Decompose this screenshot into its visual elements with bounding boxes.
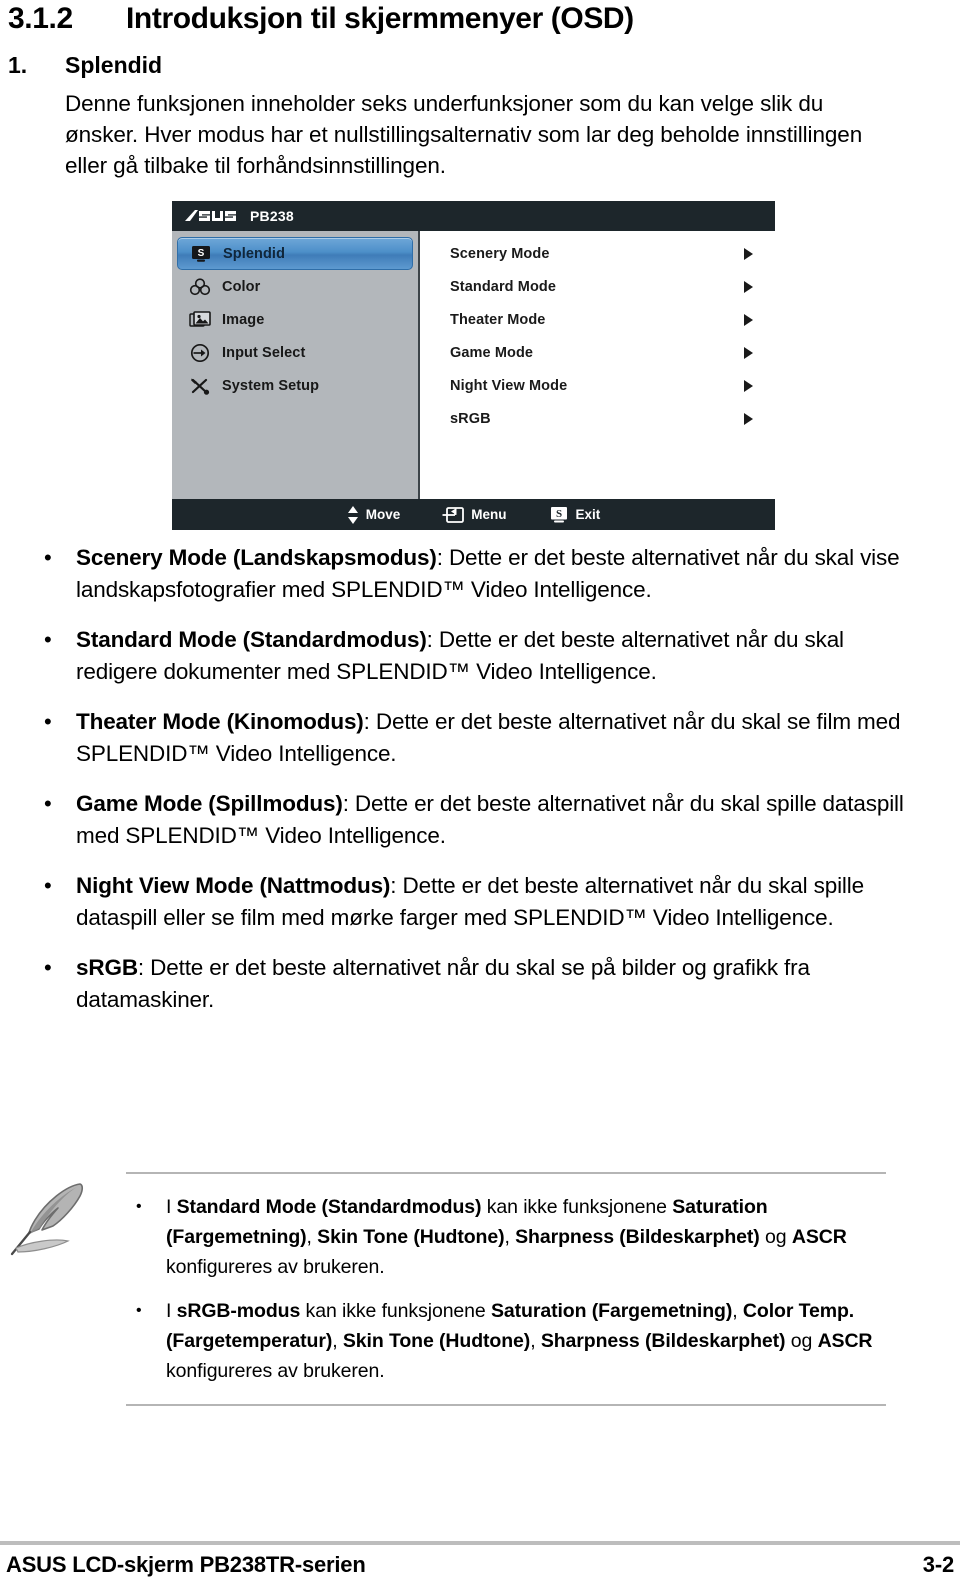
enter-menu-icon — [442, 506, 465, 523]
bullet-marker: • — [44, 873, 52, 898]
list-item: • Night View Mode (Nattmodus): Dette er … — [38, 870, 918, 934]
s-button-icon: S — [550, 506, 567, 522]
list-item: • Game Mode (Spillmodus): Dette er det b… — [38, 788, 918, 852]
note-box: • I Standard Mode (Standardmodus) kan ik… — [126, 1172, 886, 1406]
list-item-term: Game Mode (Spillmodus) — [76, 791, 343, 816]
svg-text:S: S — [555, 508, 561, 520]
osd-option-scenery-mode[interactable]: Scenery Mode — [420, 237, 775, 270]
chevron-right-icon — [744, 313, 753, 326]
numbered-item-heading: 1. Splendid — [8, 52, 162, 79]
osd-option-label: Scenery Mode — [450, 245, 550, 262]
list-item-text: Night View Mode (Nattmodus): Dette er de… — [76, 870, 918, 934]
osd-sidebar-label: Image — [222, 311, 265, 328]
list-item-term: Theater Mode (Kinomodus) — [76, 709, 364, 734]
osd-footer-menu[interactable]: Menu — [442, 506, 507, 524]
chevron-right-icon — [744, 412, 753, 425]
osd-option-srgb[interactable]: sRGB — [420, 402, 775, 435]
note-list-item: • I Standard Mode (Standardmodus) kan ik… — [126, 1192, 886, 1282]
osd-sidebar-item-color[interactable]: Color — [177, 270, 413, 303]
page-footer: ASUS LCD-skjerm PB238TR-serien 3-2 — [0, 1552, 960, 1578]
image-icon — [187, 308, 213, 332]
section-number: 3.1.2 — [8, 2, 73, 35]
bullet-marker: • — [136, 1198, 142, 1215]
splendid-icon: S — [188, 242, 214, 266]
numbered-item-number: 1. — [8, 52, 28, 78]
numbered-item-title: Splendid — [65, 52, 163, 78]
osd-option-game-mode[interactable]: Game Mode — [420, 336, 775, 369]
note-list-item: • I sRGB-modus kan ikke funksjonene Satu… — [126, 1296, 886, 1386]
osd-sidebar-item-system-setup[interactable]: System Setup — [177, 369, 413, 402]
list-item: • Standard Mode (Standardmodus): Dette e… — [38, 624, 918, 688]
osd-option-label: Standard Mode — [450, 278, 557, 295]
note-item-text: I Standard Mode (Standardmodus) kan ikke… — [166, 1196, 847, 1278]
bullet-marker: • — [44, 791, 52, 816]
osd-sidebar-label: Input Select — [222, 344, 306, 361]
osd-sidebar: S Splendid Color Image Input Select Syst… — [172, 231, 420, 499]
osd-sidebar-item-splendid[interactable]: S Splendid — [177, 237, 413, 270]
osd-title-bar: PB238 — [172, 201, 775, 231]
list-item-text: Theater Mode (Kinomodus): Dette er det b… — [76, 706, 918, 770]
list-item-term: Standard Mode (Standardmodus) — [76, 627, 427, 652]
document-page: 3.1.2 Introduksjon til skjermmenyer (OSD… — [0, 0, 960, 1588]
osd-option-label: Game Mode — [450, 344, 534, 361]
footer-divider — [0, 1541, 960, 1545]
color-icon — [187, 275, 213, 299]
osd-footer-label: Move — [365, 507, 401, 522]
osd-footer-bar: Move Menu S Exit — [172, 499, 775, 530]
list-item: • Theater Mode (Kinomodus): Dette er det… — [38, 706, 918, 770]
osd-option-theater-mode[interactable]: Theater Mode — [420, 303, 775, 336]
page-title: 3.1.2 Introduksjon til skjermmenyer (OSD… — [8, 2, 634, 36]
list-item: • Scenery Mode (Landskapsmodus): Dette e… — [38, 542, 918, 606]
section-title: Introduksjon til skjermmenyer (OSD) — [126, 2, 634, 35]
chevron-right-icon — [744, 280, 753, 293]
bullet-marker: • — [44, 709, 52, 734]
bullet-marker: • — [136, 1302, 142, 1319]
chevron-right-icon — [744, 379, 753, 392]
osd-option-standard-mode[interactable]: Standard Mode — [420, 270, 775, 303]
intro-paragraph: Denne funksjonen inneholder seks underfu… — [65, 91, 863, 178]
osd-footer-label: Menu — [471, 507, 507, 522]
osd-sidebar-label: Splendid — [223, 245, 286, 262]
chevron-right-icon — [744, 346, 753, 359]
list-item-text: Scenery Mode (Landskapsmodus): Dette er … — [76, 542, 918, 606]
up-down-arrows-icon — [347, 505, 358, 524]
osd-sidebar-item-image[interactable]: Image — [177, 303, 413, 336]
list-item-text: sRGB: Dette er det beste alternativet nå… — [76, 952, 918, 1016]
osd-sidebar-item-input-select[interactable]: Input Select — [177, 336, 413, 369]
osd-footer-label: Exit — [575, 507, 601, 522]
osd-option-label: sRGB — [450, 410, 491, 427]
list-item-term: Night View Mode (Nattmodus) — [76, 873, 391, 898]
list-item-term: sRGB — [76, 955, 138, 980]
osd-option-night-view-mode[interactable]: Night View Mode — [420, 369, 775, 402]
bullet-marker: • — [44, 955, 52, 980]
osd-sidebar-label: System Setup — [222, 377, 320, 394]
osd-footer-exit[interactable]: S Exit — [549, 506, 601, 524]
osd-option-label: Theater Mode — [450, 311, 546, 328]
footer-product-name: ASUS LCD-skjerm PB238TR-serien — [6, 1552, 366, 1577]
list-item-text: Standard Mode (Standardmodus): Dette er … — [76, 624, 918, 688]
system-setup-icon — [187, 374, 213, 398]
osd-option-label: Night View Mode — [450, 377, 568, 394]
osd-menu-screenshot: PB238 S Splendid Color Image Input Selec… — [172, 201, 775, 530]
list-item-text: Game Mode (Spillmodus): Dette er det bes… — [76, 788, 918, 852]
osd-sidebar-label: Color — [222, 278, 261, 295]
list-item-term: Scenery Mode (Landskapsmodus) — [76, 545, 437, 570]
footer-page-number: 3-2 — [922, 1552, 954, 1577]
quill-pen-icon — [6, 1172, 110, 1264]
splendid-modes-list: • Scenery Mode (Landskapsmodus): Dette e… — [38, 542, 918, 1034]
osd-footer-move[interactable]: Move — [347, 505, 401, 525]
note-item-text: I sRGB-modus kan ikke funksjonene Satura… — [166, 1300, 873, 1382]
asus-logo-icon — [185, 208, 241, 224]
svg-text:S: S — [198, 248, 205, 259]
input-select-icon — [187, 341, 213, 365]
osd-model-label: PB238 — [250, 208, 294, 224]
bullet-marker: • — [44, 545, 52, 570]
chevron-right-icon — [744, 247, 753, 260]
osd-options-panel: Scenery Mode Standard Mode Theater Mode … — [420, 231, 775, 499]
list-item: • sRGB: Dette er det beste alternativet … — [38, 952, 918, 1016]
list-item-desc: : Dette er det beste alternativet når du… — [76, 955, 810, 1012]
bullet-marker: • — [44, 627, 52, 652]
osd-body: S Splendid Color Image Input Select Syst… — [172, 231, 775, 499]
